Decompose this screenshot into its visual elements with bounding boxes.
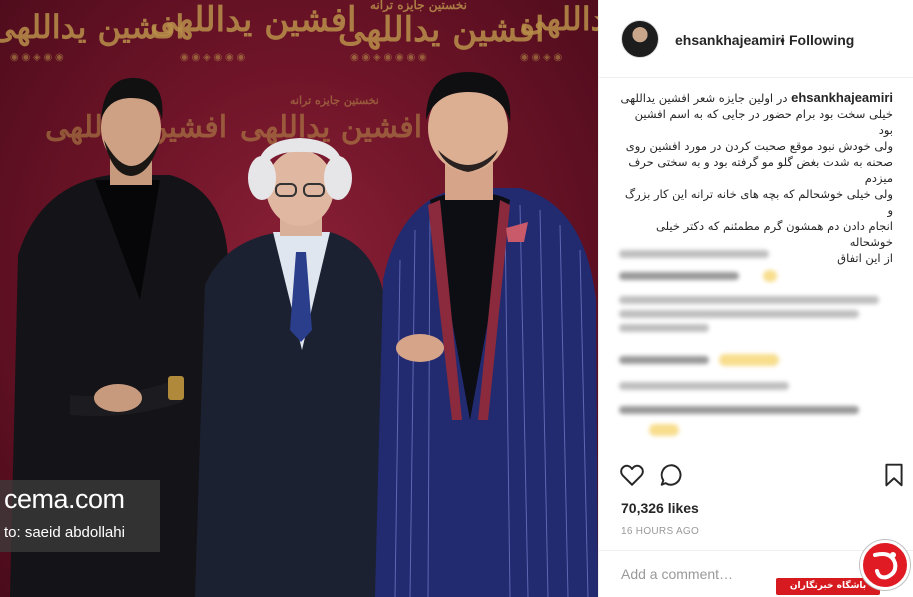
comments-list-blurred <box>619 244 899 444</box>
news-logo-mark <box>873 552 898 580</box>
post-side-panel: ehsankhajeamiri • Following ehsankhajeam… <box>598 0 913 597</box>
caption-line: ولی خودش نبود موقع صحبت کردن در مورد افش… <box>625 139 893 153</box>
follow-status-button[interactable]: Following <box>789 32 854 48</box>
caption-line: صحنه به شدت بغض گلو مو گرفته بود و به سخ… <box>628 155 893 169</box>
comment-placeholder <box>619 310 859 318</box>
watermark-credit: to: saeid abdollahi <box>4 524 125 541</box>
caption-line: میزدم <box>864 171 893 185</box>
comment-placeholder <box>619 356 709 364</box>
caption-line: خیلی سخت بود برام حضور در جایی که به اسم… <box>634 107 893 137</box>
person-middle <box>195 138 385 597</box>
comment-placeholder <box>619 382 789 390</box>
avatar[interactable] <box>621 20 659 58</box>
emoji-placeholder <box>719 354 779 366</box>
bookmark-icon[interactable] <box>881 462 907 488</box>
news-agency-badge: باشگاه خبرنگاران <box>776 540 913 597</box>
person-right <box>375 72 598 597</box>
post-caption: ehsankhajeamiri در اولین جایزه شعر افشین… <box>617 90 894 266</box>
comment-icon[interactable] <box>659 462 685 488</box>
post-photo[interactable]: افشین یداللهی افشین یداللهی افشین یدالله… <box>0 0 598 597</box>
caption-username[interactable]: ehsankhajeamiri <box>791 90 893 105</box>
author-username[interactable]: ehsankhajeamiri <box>675 32 785 48</box>
comment-placeholder <box>619 324 709 332</box>
separator-dot: • <box>780 32 785 48</box>
likes-count[interactable]: 70,326 likes <box>621 500 699 516</box>
comment-placeholder <box>619 296 879 304</box>
caption-line: ولی خیلی خوشحالم که بچه های خانه ترانه ا… <box>624 187 893 217</box>
comment-placeholder <box>619 250 769 258</box>
emoji-placeholder <box>649 424 679 436</box>
emoji-placeholder <box>763 270 777 282</box>
heart-icon[interactable] <box>619 462 645 488</box>
comment-placeholder <box>619 406 859 414</box>
comment-placeholder <box>619 272 739 280</box>
post-header: ehsankhajeamiri • Following <box>599 0 913 78</box>
photo-watermark: cema.com to: saeid abdollahi <box>0 480 160 552</box>
add-comment-input[interactable]: Add a comment… <box>621 566 733 582</box>
news-logo-icon <box>860 540 910 590</box>
watermark-brand: cema.com <box>4 484 125 514</box>
post-actions <box>619 462 903 490</box>
caption-line: در اولین جایزه شعر افشین یداللهی <box>620 91 788 105</box>
post-timestamp[interactable]: 16 HOURS AGO <box>621 526 699 537</box>
